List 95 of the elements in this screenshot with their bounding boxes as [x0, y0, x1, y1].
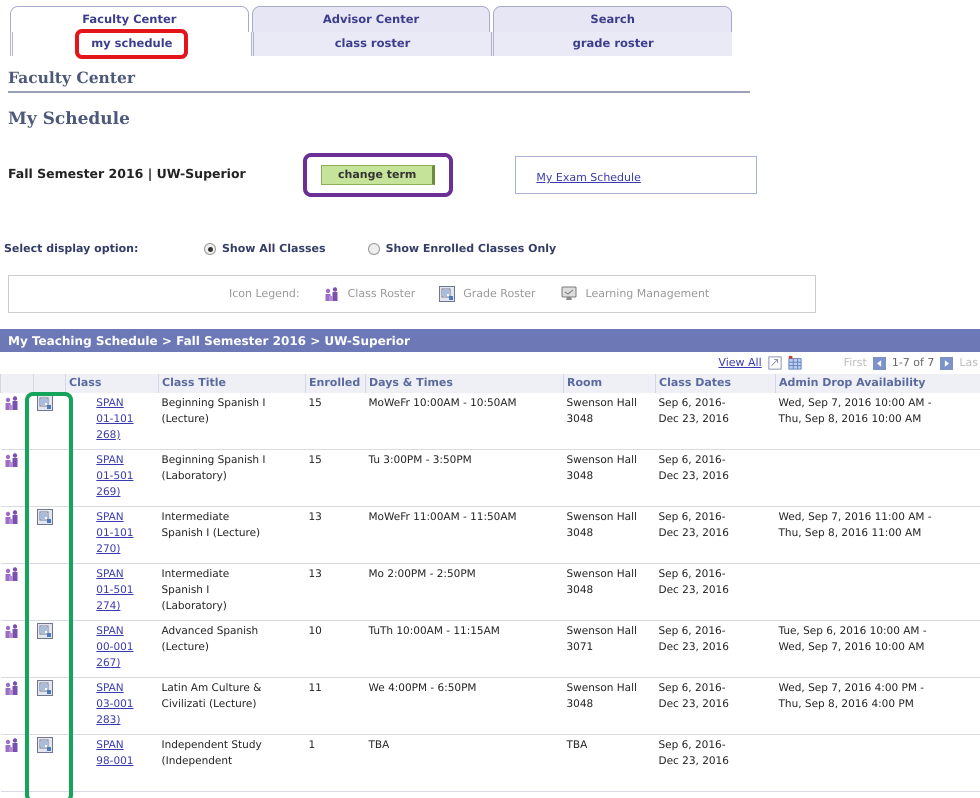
enrolled-count: 11	[306, 678, 366, 735]
subtab[interactable]: grade roster	[572, 35, 654, 53]
enrolled-count: 10	[306, 620, 366, 678]
enrolled-count: 13	[306, 506, 366, 564]
enrolled-count: 15	[306, 450, 366, 507]
grade-sheet-icon	[439, 286, 456, 302]
column-header: Class	[66, 374, 158, 393]
class-link[interactable]: SPAN 03-001 283)	[96, 680, 134, 728]
page-title: My Schedule	[8, 108, 131, 132]
display-option-label: Select display option:	[4, 240, 140, 257]
legend-label: Icon Legend:	[229, 286, 300, 302]
class-title: Advanced Spanish (Lecture)	[162, 624, 260, 656]
class-title: Beginning Spanish I (Lecture)	[162, 396, 267, 427]
class-dates: Sep 6, 2016- Dec 23, 2016	[658, 624, 730, 656]
grade-sheet-icon[interactable]	[36, 737, 52, 754]
column-header: Days & Times	[366, 374, 564, 393]
class-dates: Sep 6, 2016- Dec 23, 2016	[658, 681, 730, 712]
previous-icon[interactable]	[872, 356, 886, 370]
class-title: Intermediate Spanish I (Lecture)	[162, 510, 262, 542]
subtab[interactable]: my schedule	[75, 29, 188, 59]
column-header: Room	[564, 374, 656, 393]
days-times: Mo 2:00PM - 2:50PM	[366, 564, 564, 621]
monitor-icon	[560, 286, 578, 302]
drop-availability: Wed, Sep 7, 2016 10:00 AM - Thu, Sep 8, 2016 10:00 AM	[778, 396, 933, 427]
drop-availability: Wed, Sep 7, 2016 11:00 AM - Thu, Sep 8, 2016 11:00 AM	[778, 510, 933, 542]
days-times: Tu 3:00PM - 3:50PM	[366, 450, 564, 507]
people-icon	[324, 286, 340, 302]
exam-schedule-link[interactable]: My Exam Schedule	[536, 170, 641, 187]
class-dates: Sep 6, 2016- Dec 23, 2016	[658, 567, 730, 598]
room: Swenson Hall 3048	[566, 567, 638, 598]
column-header: Enrolled	[306, 374, 366, 393]
days-times: MoWeFr 10:00AM - 10:50AM	[366, 392, 564, 450]
people-icon[interactable]	[4, 566, 20, 582]
people-icon[interactable]	[4, 623, 20, 640]
download-grid-icon[interactable]	[788, 356, 802, 370]
radio-label[interactable]: Show All Classes	[222, 240, 326, 258]
schedule-title-bar: My Teaching Schedule > Fall Semester 2016 > UW-Superior	[0, 329, 980, 352]
page-range: 1-7 of 7	[892, 355, 934, 371]
people-icon[interactable]	[4, 394, 20, 411]
enrolled-count: 1	[306, 734, 366, 792]
people-icon[interactable]	[4, 509, 20, 526]
legend-item-label: Class Roster	[348, 286, 416, 302]
room: Swenson Hall 3071	[566, 624, 638, 656]
class-title: Independent Study (Independent	[162, 738, 263, 770]
class-link[interactable]: SPAN 01-101 268)	[96, 394, 134, 443]
enrolled-count: 15	[306, 392, 366, 450]
people-icon[interactable]	[4, 737, 20, 754]
grade-sheet-icon[interactable]	[36, 509, 52, 526]
class-title: Intermediate Spanish I (Laboratory)	[162, 567, 230, 614]
days-times: TuTh 10:00AM - 11:15AM	[366, 620, 564, 678]
tab[interactable]: Advisor Center	[252, 6, 490, 32]
room: Swenson Hall 3048	[566, 681, 638, 712]
days-times: MoWeFr 11:00AM - 11:50AM	[366, 506, 564, 564]
view-all-link[interactable]: View All	[718, 355, 762, 372]
change-term-button[interactable]: change term	[321, 164, 436, 185]
class-link[interactable]: SPAN 01-101 270)	[96, 509, 134, 558]
enrolled-count: 13	[306, 564, 366, 621]
class-link[interactable]: SPAN 01-501 274)	[96, 566, 134, 614]
class-dates: Sep 6, 2016- Dec 23, 2016	[658, 738, 730, 770]
days-times: We 4:00PM - 6:50PM	[366, 678, 564, 735]
section-heading: Faculty Center	[8, 66, 750, 94]
class-title: Beginning Spanish I (Laboratory)	[162, 453, 267, 484]
people-icon[interactable]	[4, 680, 20, 696]
term-label: Fall Semester 2016 | UW-Superior	[8, 165, 247, 184]
column-header: Class Title	[158, 374, 306, 393]
class-dates: Sep 6, 2016- Dec 23, 2016	[658, 510, 730, 542]
class-dates: Sep 6, 2016- Dec 23, 2016	[658, 396, 730, 427]
class-link[interactable]: SPAN 98-001	[96, 737, 134, 770]
subtab[interactable]: class roster	[334, 35, 410, 53]
tab[interactable]: Search	[493, 6, 732, 32]
days-times: TBA	[366, 734, 564, 792]
class-link[interactable]: SPAN 01-501 269)	[96, 452, 134, 500]
drop-availability: Wed, Sep 7, 2016 4:00 PM - Thu, Sep 8, 2016 4:00 PM	[778, 681, 926, 712]
room: TBA	[566, 738, 588, 754]
class-dates: Sep 6, 2016- Dec 23, 2016	[658, 453, 730, 484]
radio-button[interactable]	[368, 243, 380, 255]
grade-sheet-icon[interactable]	[36, 394, 52, 411]
tab[interactable]: Faculty Center	[10, 6, 249, 32]
class-title: Latin Am Culture & Civilizati (Lecture)	[162, 681, 262, 712]
zoom-icon[interactable]	[768, 356, 782, 370]
room: Swenson Hall 3048	[566, 396, 638, 427]
drop-availability: Tue, Sep 6, 2016 10:00 AM - Wed, Sep 7, 2016 10:00 AM	[778, 624, 928, 656]
class-link[interactable]: SPAN 00-001 267)	[96, 623, 134, 672]
next-icon[interactable]	[940, 356, 954, 370]
room: Swenson Hall 3048	[566, 453, 638, 484]
legend-item-label: Grade Roster	[463, 286, 536, 302]
column-header: Class Dates	[656, 374, 776, 393]
grade-sheet-icon[interactable]	[36, 623, 52, 640]
room: Swenson Hall 3048	[566, 510, 638, 542]
people-icon[interactable]	[4, 452, 20, 468]
column-header: Admin Drop Availability	[776, 374, 980, 393]
radio-button[interactable]	[204, 243, 216, 255]
radio-label[interactable]: Show Enrolled Classes Only	[386, 240, 556, 258]
grade-sheet-icon[interactable]	[36, 680, 52, 696]
legend-item-label: Learning Management	[586, 286, 710, 302]
